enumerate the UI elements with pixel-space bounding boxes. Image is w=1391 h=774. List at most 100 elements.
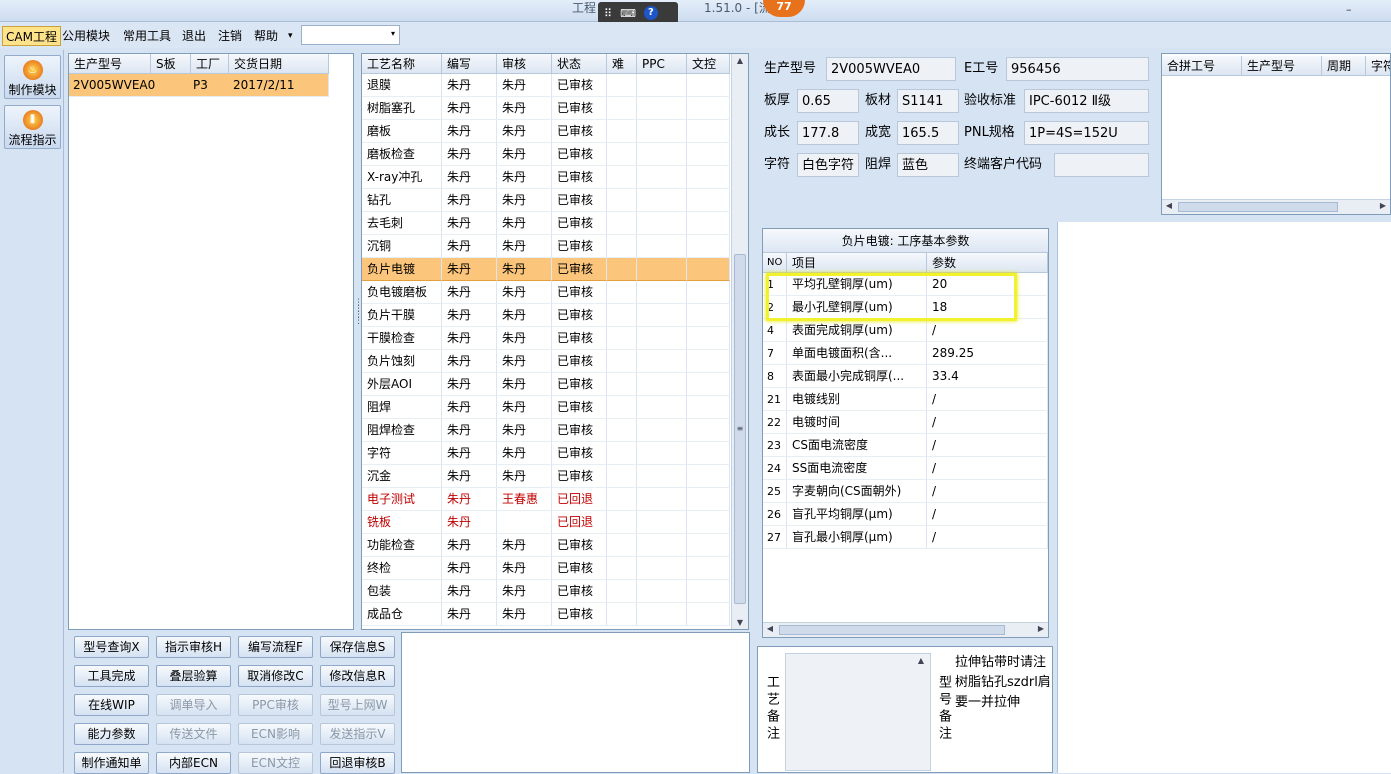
col-ppc[interactable]: PPC bbox=[637, 54, 687, 74]
action-button[interactable]: PPC审核 bbox=[238, 694, 313, 716]
menu-help[interactable]: 帮助 bbox=[254, 26, 278, 46]
action-button[interactable]: 工具完成 bbox=[74, 665, 149, 687]
minimize-button[interactable]: – bbox=[1346, 3, 1358, 17]
col-process-name[interactable]: 工艺名称 bbox=[362, 54, 442, 74]
keyboard-icon[interactable]: ⌨ bbox=[620, 7, 636, 20]
action-button[interactable]: 发送指示V bbox=[320, 723, 395, 745]
action-button[interactable]: 修改信息R bbox=[320, 665, 395, 687]
process-scrollbar[interactable]: ▲ ≡ ▼ bbox=[731, 54, 748, 629]
scroll-down-icon[interactable]: ▼ bbox=[733, 618, 747, 627]
table-row[interactable]: 阻焊检查 朱丹 朱丹 已审核 bbox=[362, 419, 730, 442]
action-button[interactable]: 传送文件 bbox=[156, 723, 231, 745]
action-button[interactable]: 型号上网W bbox=[320, 694, 395, 716]
table-row[interactable]: 负片电镀 朱丹 朱丹 已审核 bbox=[362, 258, 730, 281]
col-doc-control[interactable]: 文控 bbox=[687, 54, 730, 74]
table-row[interactable]: 干膜检查 朱丹 朱丹 已审核 bbox=[362, 327, 730, 350]
field-solder-mask[interactable]: 蓝色 bbox=[897, 153, 959, 177]
scroll-up-icon[interactable]: ▲ bbox=[733, 56, 747, 65]
field-eno[interactable]: 956456 bbox=[1006, 57, 1149, 81]
action-button[interactable]: 在线WIP bbox=[74, 694, 149, 716]
table-row[interactable]: 成品仓 朱丹 朱丹 已审核 bbox=[362, 603, 730, 626]
toolbar-combo[interactable]: ▾ bbox=[301, 25, 400, 45]
scroll-thumb[interactable] bbox=[779, 625, 1005, 635]
table-row[interactable]: 终检 朱丹 朱丹 已审核 bbox=[362, 557, 730, 580]
table-row[interactable]: 包装 朱丹 朱丹 已审核 bbox=[362, 580, 730, 603]
table-row[interactable]: 负电镀磨板 朱丹 朱丹 已审核 bbox=[362, 281, 730, 304]
col-s-board[interactable]: S板 bbox=[151, 54, 191, 74]
action-button[interactable]: 内部ECN bbox=[156, 752, 231, 774]
table-row[interactable]: 退膜 朱丹 朱丹 已审核 bbox=[362, 74, 730, 97]
scroll-up-icon[interactable]: ▲ bbox=[914, 656, 928, 665]
col-model[interactable]: 生产型号 bbox=[69, 54, 151, 74]
scroll-left-icon[interactable]: ◀ bbox=[763, 624, 777, 633]
col-merge-no[interactable]: 合拼工号 bbox=[1162, 56, 1242, 76]
field-width[interactable]: 165.5 bbox=[897, 121, 959, 145]
scroll-right-icon[interactable]: ▶ bbox=[1034, 624, 1048, 633]
action-button[interactable]: ECN影响 bbox=[238, 723, 313, 745]
process-remark-box[interactable]: ▲ bbox=[785, 653, 931, 771]
col-delivery-date[interactable]: 交货日期 bbox=[229, 54, 329, 74]
action-button[interactable]: 取消修改C bbox=[238, 665, 313, 687]
table-row[interactable]: 沉铜 朱丹 朱丹 已审核 bbox=[362, 235, 730, 258]
col-difficulty[interactable]: 难 bbox=[607, 54, 637, 74]
field-length[interactable]: 177.8 bbox=[797, 121, 859, 145]
table-row[interactable]: 铣板 朱丹 已回退 bbox=[362, 511, 730, 534]
table-row[interactable]: 磨板检查 朱丹 朱丹 已审核 bbox=[362, 143, 730, 166]
table-row[interactable]: 负片蚀刻 朱丹 朱丹 已审核 bbox=[362, 350, 730, 373]
scroll-left-icon[interactable]: ◀ bbox=[1162, 201, 1176, 210]
table-row[interactable]: 沉金 朱丹 朱丹 已审核 bbox=[362, 465, 730, 488]
col-factory[interactable]: 工厂 bbox=[191, 54, 229, 74]
field-customer-code[interactable] bbox=[1054, 153, 1149, 177]
menu-common-modules[interactable]: 公用模块 bbox=[62, 26, 110, 46]
table-row[interactable]: X-ray冲孔 朱丹 朱丹 已审核 bbox=[362, 166, 730, 189]
table-row[interactable]: 2V005WVEA0 P3 2017/2/11 bbox=[69, 74, 329, 97]
col-no[interactable]: NO bbox=[763, 253, 787, 273]
param-hscroll[interactable]: ◀ ▶ bbox=[763, 622, 1048, 637]
action-button[interactable]: ECN文控 bbox=[238, 752, 313, 774]
field-pnl[interactable]: 1P=4S=152U bbox=[1024, 121, 1149, 145]
table-row[interactable]: 电子测试 朱丹 王春惠 已回退 bbox=[362, 488, 730, 511]
action-button[interactable]: 叠层验算 bbox=[156, 665, 231, 687]
table-row[interactable]: 27 盲孔最小铜厚(μm) / bbox=[763, 526, 1048, 549]
table-row[interactable]: 24 SS面电流密度 / bbox=[763, 457, 1048, 480]
table-row[interactable]: 外层AOI 朱丹 朱丹 已审核 bbox=[362, 373, 730, 396]
splitter-handle[interactable]: ⋮ ⋮ ⋮ ⋮ bbox=[354, 299, 363, 360]
action-button[interactable]: 调单导入 bbox=[156, 694, 231, 716]
table-row[interactable]: 25 字麦朝向(CS面朝外) / bbox=[763, 480, 1048, 503]
menu-cam[interactable]: CAM工程 bbox=[2, 26, 61, 46]
col-status[interactable]: 状态 bbox=[552, 54, 607, 74]
menu-common-tools[interactable]: 常用工具 bbox=[123, 26, 171, 46]
table-row[interactable]: 22 电镀时间 / bbox=[763, 411, 1048, 434]
action-button[interactable]: 回退审核B bbox=[320, 752, 395, 774]
table-row[interactable]: 磨板 朱丹 朱丹 已审核 bbox=[362, 120, 730, 143]
col-writer[interactable]: 编写 bbox=[442, 54, 497, 74]
scroll-thumb[interactable] bbox=[1178, 202, 1338, 212]
table-row[interactable]: 钻孔 朱丹 朱丹 已审核 bbox=[362, 189, 730, 212]
menu-help-arrow-icon[interactable]: ▾ bbox=[288, 26, 293, 46]
action-button[interactable]: 能力参数 bbox=[74, 723, 149, 745]
table-row[interactable]: 功能检查 朱丹 朱丹 已审核 bbox=[362, 534, 730, 557]
menu-logout[interactable]: 注销 bbox=[218, 26, 242, 46]
table-row[interactable]: 阻焊 朱丹 朱丹 已审核 bbox=[362, 396, 730, 419]
table-row[interactable]: 21 电镀线别 / bbox=[763, 388, 1048, 411]
table-row[interactable]: 7 单面电镀面积(含... 289.25 bbox=[763, 342, 1048, 365]
col-param[interactable]: 参数 bbox=[927, 253, 1048, 273]
table-row[interactable]: 26 盲孔平均铜厚(μm) / bbox=[763, 503, 1048, 526]
table-row[interactable]: 负片干膜 朱丹 朱丹 已审核 bbox=[362, 304, 730, 327]
table-row[interactable]: 去毛刺 朱丹 朱丹 已审核 bbox=[362, 212, 730, 235]
field-thickness[interactable]: 0.65 bbox=[797, 89, 859, 113]
table-row[interactable]: 8 表面最小完成铜厚(... 33.4 bbox=[763, 365, 1048, 388]
col-merge-cycle[interactable]: 周期 bbox=[1322, 56, 1366, 76]
action-button[interactable]: 编写流程F bbox=[238, 636, 313, 658]
col-reviewer[interactable]: 审核 bbox=[497, 54, 552, 74]
table-row[interactable]: 23 CS面电流密度 / bbox=[763, 434, 1048, 457]
action-button[interactable]: 保存信息S bbox=[320, 636, 395, 658]
field-model[interactable]: 2V005WVEA0 bbox=[826, 57, 956, 81]
col-merge-model[interactable]: 生产型号 bbox=[1242, 56, 1322, 76]
merge-hscroll[interactable]: ◀ ▶ bbox=[1162, 199, 1390, 214]
nav-flow-instruction[interactable]: ⦀ 流程指示 bbox=[4, 105, 61, 149]
grip-icon[interactable]: ⠿ bbox=[604, 7, 612, 20]
field-standard[interactable]: IPC-6012 Ⅱ级 bbox=[1024, 89, 1149, 113]
action-button[interactable]: 指示审核H bbox=[156, 636, 231, 658]
action-button[interactable]: 制作通知单 bbox=[74, 752, 149, 774]
